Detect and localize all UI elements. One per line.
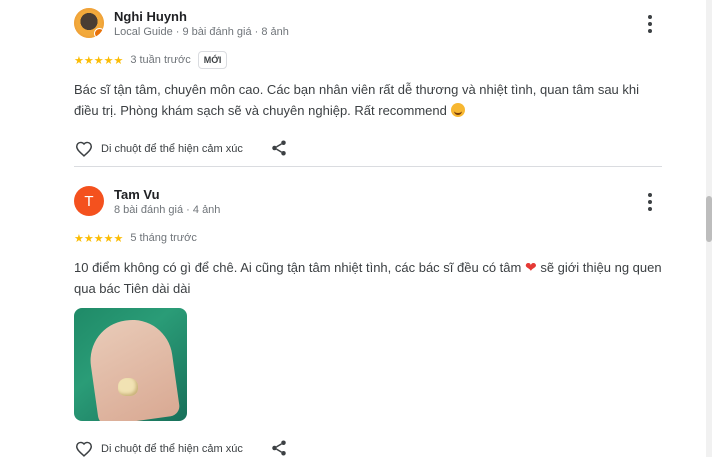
- share-icon[interactable]: [270, 439, 290, 457]
- avatar[interactable]: [74, 8, 104, 38]
- scrollbar-thumb[interactable]: [706, 196, 712, 242]
- reviewer-name[interactable]: Tam Vu: [114, 187, 160, 202]
- rating-row: ★★★★★ 5 tháng trước: [74, 226, 662, 250]
- star-rating: ★★★★★: [74, 232, 124, 245]
- reviewer-meta: Local Guide · 9 bài đánh giá · 8 ảnh: [114, 26, 289, 38]
- react-label: Di chuột để thể hiện cảm xúc: [101, 143, 243, 155]
- reviewer-name[interactable]: Nghi Huynh: [114, 9, 187, 24]
- react-label: Di chuột để thể hiện cảm xúc: [101, 443, 243, 455]
- review-photo[interactable]: [74, 308, 187, 421]
- review-text: Bác sĩ tận tâm, chuyên môn cao. Các bạn …: [74, 79, 662, 121]
- review-actions: Di chuột để thể hiện cảm xúc: [74, 135, 662, 163]
- avatar[interactable]: T: [74, 186, 104, 216]
- review-card: T Tam Vu 8 bài đánh giá · 4 ảnh ★★★★★ 5 …: [74, 186, 662, 457]
- more-options-icon[interactable]: [640, 14, 660, 34]
- review-header: Nghi Huynh Local Guide · 9 bài đánh giá …: [74, 8, 662, 48]
- reviewer-meta: 8 bài đánh giá · 4 ảnh: [114, 204, 221, 216]
- local-guide-badge-icon: [94, 28, 104, 38]
- review-text-content: Bác sĩ tận tâm, chuyên môn cao. Các bạn …: [74, 82, 640, 118]
- review-time: 5 tháng trước: [130, 232, 197, 244]
- photo-tooth: [118, 378, 138, 396]
- review-card: Nghi Huynh Local Guide · 9 bài đánh giá …: [74, 8, 662, 163]
- review-text-before: 10 điểm không có gì để chê. Ai cũng tận …: [74, 260, 522, 275]
- review-time: 3 tuần trước: [130, 54, 191, 66]
- share-icon[interactable]: [270, 139, 290, 159]
- review-text: 10 điểm không có gì để chê. Ai cũng tận …: [74, 257, 662, 299]
- review-divider: [74, 166, 662, 167]
- heart-outline-icon[interactable]: [74, 439, 94, 457]
- more-options-icon[interactable]: [640, 192, 660, 212]
- review-header: T Tam Vu 8 bài đánh giá · 4 ảnh: [74, 186, 662, 226]
- review-actions: Di chuột để thể hiện cảm xúc: [74, 435, 662, 457]
- scrollbar[interactable]: [706, 0, 712, 457]
- star-rating: ★★★★★: [74, 54, 124, 67]
- new-badge: MỚI: [197, 51, 228, 69]
- red-heart-emoji-icon: ❤: [524, 259, 537, 275]
- rating-row: ★★★★★ 3 tuần trước MỚI: [74, 48, 662, 72]
- smiling-face-emoji-icon: [450, 103, 465, 117]
- heart-outline-icon[interactable]: [74, 139, 94, 159]
- photo-hand: [85, 314, 181, 421]
